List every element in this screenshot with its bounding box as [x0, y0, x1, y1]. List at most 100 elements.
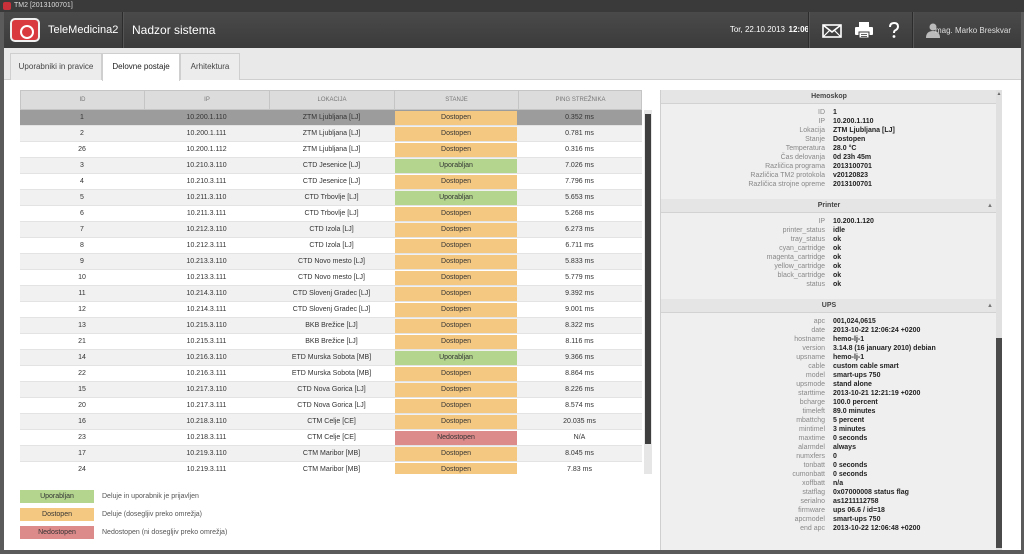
cell-ping: 5.653 ms: [565, 194, 594, 201]
cell-ip: 10.217.3.110: [186, 386, 227, 393]
cell-ip: 10.213.3.111: [186, 274, 227, 281]
cell-id: 23: [78, 434, 86, 441]
detail-key: Lokacija: [799, 127, 825, 134]
section-header-ups[interactable]: UPS ▲: [661, 299, 997, 313]
table-row[interactable]: 24 10.219.3.111 CTM Maribor [MB] 7.83 ms Dos…: [20, 462, 642, 474]
printer-icon[interactable]: [854, 20, 874, 40]
table-row[interactable]: 7 10.212.3.110 CTD Izola [LJ] 6.273 ms Dosto…: [20, 222, 642, 238]
detail-row: cyan_cartridge ok: [661, 244, 997, 253]
detail-key: xoffbatt: [802, 480, 825, 487]
detail-row: cumonbatt 0 seconds: [661, 470, 997, 479]
cell-id: 13: [78, 322, 86, 329]
status-badge: Dostopen: [395, 319, 517, 333]
header-divider: [122, 12, 123, 48]
status-badge: Dostopen: [395, 207, 517, 221]
cell-ping: 7.026 ms: [565, 162, 594, 169]
cell-location: CTD Novo mesto [LJ]: [298, 258, 365, 265]
cell-ping: 8.045 ms: [565, 450, 594, 457]
table-row[interactable]: 22 10.216.3.111 ETD Murska Sobota [MB] 8.86…: [20, 366, 642, 382]
envelope-icon[interactable]: [822, 20, 842, 40]
detail-key: yellow_cartridge: [774, 263, 825, 270]
status-badge: Dostopen: [395, 271, 517, 285]
help-icon[interactable]: [884, 20, 904, 40]
cell-ping: 6.711 ms: [565, 242, 594, 249]
tab-workstations[interactable]: Delovne postaje: [102, 53, 180, 81]
panel-scrollbar[interactable]: ▲: [996, 90, 1002, 550]
table-row[interactable]: 5 10.211.3.110 CTD Trbovlje [LJ] 5.653 ms Up…: [20, 190, 642, 206]
cell-id: 21: [78, 338, 86, 345]
tab-architecture[interactable]: Arhitektura: [180, 53, 240, 80]
cell-ip: 10.210.3.110: [186, 162, 227, 169]
tab-users[interactable]: Uporabniki in pravice: [10, 53, 102, 80]
table-row[interactable]: 8 10.212.3.111 CTD Izola [LJ] 6.711 ms Dosto…: [20, 238, 642, 254]
table-row[interactable]: 21 10.215.3.111 BKB Brežice [LJ] 8.116 ms Do…: [20, 334, 642, 350]
table-row[interactable]: 4 10.210.3.111 CTD Jesenice [LJ] 7.796 ms Do…: [20, 174, 642, 190]
status-badge: Dostopen: [395, 367, 517, 381]
table-row[interactable]: 10 10.213.3.111 CTD Novo mesto [LJ] 5.779 m…: [20, 270, 642, 286]
legend-text: Nedostopen (ni dosegljiv preko omrežja): [102, 529, 228, 536]
cell-location: CTD Nova Gorica [LJ]: [297, 402, 366, 409]
cell-location: CTM Celje [CE]: [307, 418, 356, 425]
cell-ping: 7.83 ms: [567, 466, 592, 473]
detail-key: firmware: [798, 507, 825, 514]
table-row[interactable]: 14 10.216.3.110 ETD Murska Sobota [MB] 9.36…: [20, 350, 642, 366]
detail-key: apc: [813, 318, 825, 325]
detail-key: black_cartridge: [777, 272, 825, 279]
cell-ip: 10.211.3.111: [186, 210, 227, 217]
table-row[interactable]: 9 10.213.3.110 CTD Novo mesto [LJ] 5.833 ms…: [20, 254, 642, 270]
section-header-hemoskop[interactable]: Hemoskop: [661, 90, 997, 104]
detail-value: ok: [833, 263, 842, 270]
header-ip[interactable]: IP: [145, 91, 270, 110]
header-state[interactable]: STANJE: [395, 91, 519, 110]
header-location[interactable]: LOKACIJA: [270, 91, 395, 110]
detail-key: date: [811, 327, 825, 334]
detail-row: apcmodel smart-ups 750: [661, 515, 997, 524]
cell-location: CTD Novo mesto [LJ]: [298, 274, 365, 281]
cell-ip: 10.214.3.110: [186, 290, 227, 297]
detail-key: status: [806, 281, 825, 288]
table-row[interactable]: 16 10.218.3.110 CTM Celje [CE] 20.035 ms Dos…: [20, 414, 642, 430]
cell-location: CTD Izola [LJ]: [309, 226, 354, 233]
table-row[interactable]: 6 10.211.3.111 CTD Trbovlje [LJ] 5.268 ms Do…: [20, 206, 642, 222]
panel-scrollbar-thumb[interactable]: [996, 338, 1002, 548]
table-row[interactable]: 20 10.217.3.111 CTD Nova Gorica [LJ] 8.574 …: [20, 398, 642, 414]
cell-location: BKB Brežice [LJ]: [305, 322, 358, 329]
detail-value: 0x07000008 status flag: [833, 489, 909, 496]
detail-row: date 2013-10-22 12:06:24 +0200: [661, 326, 997, 335]
table-row[interactable]: 11 10.214.3.110 CTD Slovenj Gradec [LJ] 9.3…: [20, 286, 642, 302]
cell-id: 8: [80, 242, 84, 249]
table-row[interactable]: 26 10.200.1.112 ZTM Ljubljana [LJ] 0.316 ms…: [20, 142, 642, 158]
header-id[interactable]: ID: [21, 91, 145, 110]
detail-row: bcharge 100.0 percent: [661, 398, 997, 407]
table-row[interactable]: 12 10.214.3.111 CTD Slovenj Gradec [LJ] 9.0…: [20, 302, 642, 318]
user-name[interactable]: mag. Marko Breskvar: [935, 12, 1011, 48]
details-panel: Hemoskop ID 1 IP 10.200.1.110 Lokacija ZTM Lju…: [660, 90, 1002, 550]
cell-id: 3: [80, 162, 84, 169]
detail-value: ups 06.6 / id=18: [833, 507, 885, 514]
collapse-arrow-icon[interactable]: ▲: [987, 299, 993, 313]
detail-row: firmware ups 06.6 / id=18: [661, 506, 997, 515]
detail-value: 0d 23h 45m: [833, 154, 872, 161]
detail-row: maxtime 0 seconds: [661, 434, 997, 443]
collapse-arrow-icon[interactable]: ▲: [987, 199, 993, 213]
table-row[interactable]: 15 10.217.3.110 CTD Nova Gorica [LJ] 8.226 …: [20, 382, 642, 398]
scroll-up-icon[interactable]: ▲: [996, 90, 1002, 98]
detail-row: tonbatt 0 seconds: [661, 461, 997, 470]
section-header-printer[interactable]: Printer ▲: [661, 199, 997, 213]
header-divider: [912, 12, 913, 48]
detail-key: Različica strojne opreme: [748, 181, 825, 188]
table-row[interactable]: 13 10.215.3.110 BKB Brežice [LJ] 8.322 ms Do…: [20, 318, 642, 334]
header-ping[interactable]: PING STREŽNIKA: [519, 91, 642, 110]
table-row[interactable]: 2 10.200.1.111 ZTM Ljubljana [LJ] 0.781 ms D…: [20, 126, 642, 142]
table-row[interactable]: 1 10.200.1.110 ZTM Ljubljana [LJ] 0.352 ms D…: [20, 110, 642, 126]
table-scrollbar[interactable]: [644, 110, 652, 474]
legend-text: Deluje (dosegljiv preko omrežja): [102, 511, 202, 518]
cell-ip: 10.213.3.110: [186, 258, 227, 265]
cell-id: 4: [80, 178, 84, 185]
table-row[interactable]: 17 10.219.3.110 CTM Maribor [MB] 8.045 ms Do…: [20, 446, 642, 462]
table-scrollbar-thumb[interactable]: [645, 114, 651, 444]
detail-row: Temperatura 28.0 °C: [661, 144, 997, 153]
table-row[interactable]: 23 10.218.3.111 CTM Celje [CE] N/A Nedostope…: [20, 430, 642, 446]
detail-key: IP: [818, 118, 825, 125]
table-row[interactable]: 3 10.210.3.110 CTD Jesenice [LJ] 7.026 ms Up…: [20, 158, 642, 174]
